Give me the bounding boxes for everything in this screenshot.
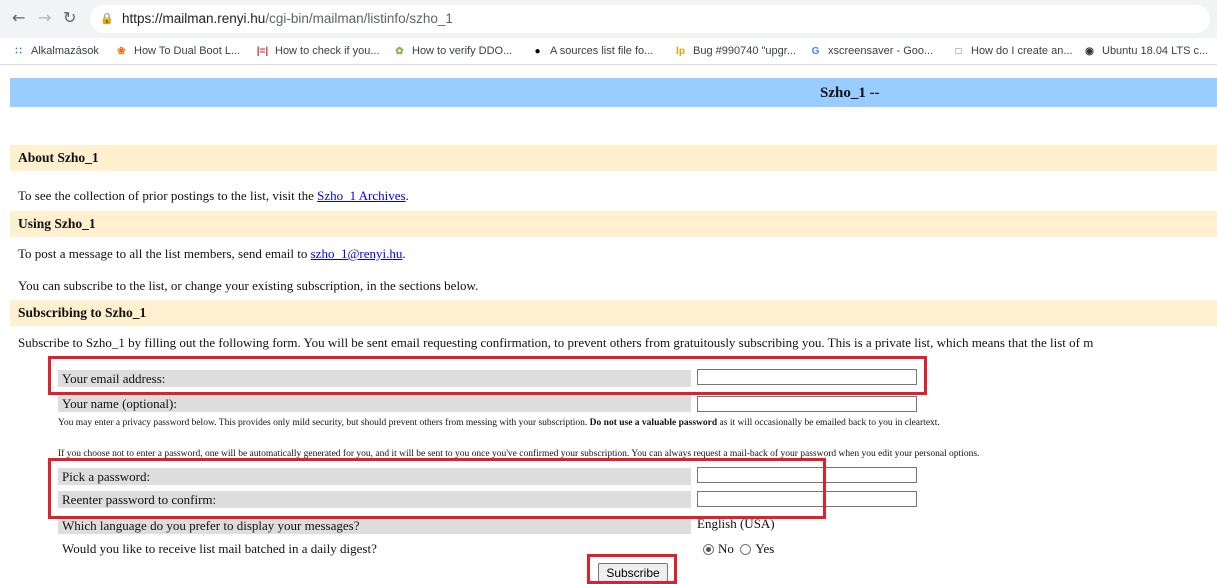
list-title-bar: Szho_1 -- [10,78,1217,107]
reload-icon[interactable]: ↻ [63,8,76,27]
name-label: Your name (optional): [58,395,691,412]
digest-yes-label: Yes [755,541,775,556]
archives-link[interactable]: Szho_1 Archives [317,188,405,203]
github-icon: ● [534,45,541,57]
name-field[interactable] [697,396,917,412]
subscribing-heading: Subscribing to Szho_1 [18,305,147,320]
bookmark-item[interactable]: Gxscreensaver - Goo... [809,38,934,64]
page-title: Szho_1 -- [820,85,880,101]
using-section-header: Using Szho_1 [10,211,1217,237]
lock-icon: 🔒 [100,13,114,25]
privacy-warning: Do not use a valuable password [589,418,718,428]
archives-text: To see the collection of prior postings … [18,188,318,203]
privacy-note: You may enter a privacy password below. … [58,418,940,428]
about-section-header: About Szho_1 [10,145,1217,171]
post-text-end: . [402,246,406,261]
bookmarks-bar: ∷ Alkalmazások ❀ How To Dual Boot L... |=|… [0,38,1217,65]
language-label: Which language do you prefer to display … [58,517,691,534]
flower-icon: ❀ [117,45,126,57]
bookmark-item[interactable]: ✿ How to verify DDO... [393,38,512,64]
digest-yes-radio[interactable] [740,543,752,555]
apps-grid-icon: ∷ [15,45,22,57]
post-paragraph: To post a message to all the list member… [18,246,406,262]
using-heading: Using Szho_1 [18,216,96,231]
bookmark-item[interactable]: lp Bug #990740 "upgr... [674,38,796,64]
bookmark-item[interactable]: ◉ Ubuntu 18.04 LTS c... [1083,38,1208,64]
archives-text-end: . [405,188,409,203]
bookmark-item[interactable]: □ How do I create an... [952,38,1072,64]
privacy-text: You may enter a privacy password below. … [58,418,590,428]
subscribe-info-text: You can subscribe to the list, or change… [18,278,479,293]
leaf-icon: ✿ [395,45,404,57]
archives-paragraph: To see the collection of prior postings … [18,188,409,204]
privacy-text-end: as it will occasionally be emailed back … [717,418,940,428]
bookmark-item[interactable]: |=| How to check if you... [256,38,380,64]
browser-toolbar: ← → ↻ 🔒 https://mailman.renyi.hu/cgi-bin… [0,0,1217,38]
digest-no-radio[interactable] [703,543,714,555]
password-highlight-box [48,458,826,519]
google-icon: G [811,45,820,57]
post-text: To post a message to all the list member… [18,246,311,261]
address-bar[interactable]: 🔒 https://mailman.renyi.hu/cgi-bin/mailm… [90,5,1210,33]
bookmark-apps[interactable]: ∷ Alkalmazások [12,38,99,64]
document-icon: □ [955,45,962,57]
digest-options: No Yes [703,541,774,557]
forward-arrow-icon[interactable]: → [38,8,51,27]
email-highlight-box [48,356,927,395]
bars-icon: |=| [256,45,269,57]
about-heading: About Szho_1 [18,150,99,165]
back-arrow-icon[interactable]: ← [12,8,25,27]
subscribe-intro-text: Subscribe to Szho_1 by filling out the f… [18,335,1094,350]
subscribe-highlight-box [587,554,677,584]
bookmark-item[interactable]: ● A sources list file fo... [531,38,653,64]
digest-no-label: No [718,541,734,556]
list-email-link[interactable]: szho_1@renyi.hu [311,246,403,261]
ubuntu-icon: ◉ [1085,45,1094,57]
bookmark-item[interactable]: ❀ How To Dual Boot L... [115,38,240,64]
url-text: https://mailman.renyi.hu/cgi-bin/mailman… [122,11,453,26]
subscribing-section-header: Subscribing to Szho_1 [10,300,1217,326]
launchpad-icon: lp [676,45,685,57]
